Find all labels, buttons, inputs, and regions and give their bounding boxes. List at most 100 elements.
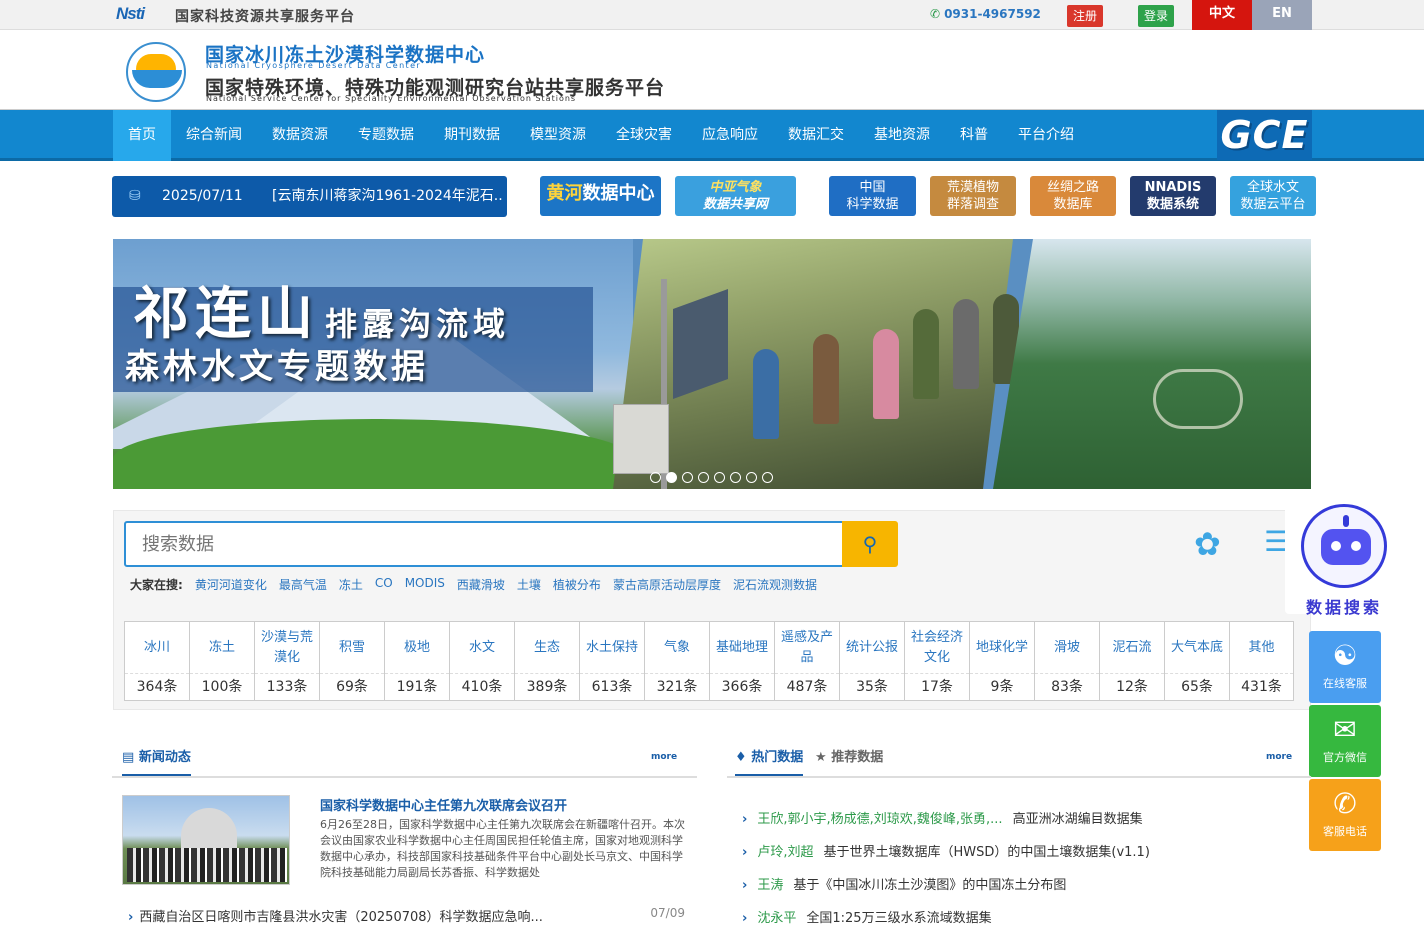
news-feature-title[interactable]: 国家科学数据中心主任第九次联席会议召开 [320,795,567,814]
category-card[interactable]: 统计公报 35条 [839,621,904,701]
nav-item[interactable]: 首页 [113,110,171,161]
hot-keyword-link[interactable]: CO [375,576,393,593]
category-card[interactable]: 积雪 69条 [319,621,384,701]
hot-keyword-link[interactable]: MODIS [405,576,445,593]
hot-keyword-link[interactable]: 西藏滑坡 [457,576,505,593]
nav-item[interactable]: 期刊数据 [429,110,515,161]
data-authors[interactable]: 卢玲,刘超 [757,845,813,860]
hot-data-item[interactable]: › 沈永平 全国1:25万三级水系流域数据集 [742,907,992,926]
cube-view-icon[interactable]: ✿ [1194,525,1236,563]
category-card[interactable]: 水文 410条 [449,621,514,701]
register-button[interactable]: 注册 [1067,5,1103,27]
news-more-link[interactable]: more [651,752,677,762]
hot-data-item[interactable]: › 卢玲,刘超 基于世界土壤数据库（HWSD）的中国土壤数据集(v1.1) [742,841,1150,860]
data-authors[interactable]: 王涛 [757,878,783,893]
login-button[interactable]: 登录 [1138,5,1174,27]
hot-keyword-link[interactable]: 植被分布 [553,576,601,593]
platform-name[interactable]: 国家科技资源共享服务平台 [175,6,355,26]
hot-search-label: 大家在搜: [130,578,183,592]
hot-keyword-link[interactable]: 冻土 [339,576,363,593]
category-card[interactable]: 基础地理 366条 [709,621,774,701]
site-header: 国家冰川冻土沙漠科学数据中心 National Cryosphere Deser… [0,30,1424,110]
news-section-header: ▤ 新闻动态 more [112,742,697,778]
carousel-dot[interactable] [762,472,773,483]
carousel-dot[interactable] [698,472,709,483]
carousel-dot[interactable] [666,472,677,483]
category-card[interactable]: 水土保持 613条 [579,621,644,701]
ticker-text[interactable]: [云南东川蒋家沟1961-2024年泥石... [272,176,502,217]
category-card[interactable]: 泥石流 12条 [1099,621,1164,701]
nav-item[interactable]: 应急响应 [687,110,773,161]
category-card[interactable]: 大气本底 65条 [1164,621,1229,701]
category-card[interactable]: 社会经济文化 17条 [904,621,969,701]
hot-data-item[interactable]: › 王涛 基于《中国冰川冻土沙漠图》的中国冻土分布图 [742,874,1066,893]
data-authors[interactable]: 沈永平 [757,911,796,926]
center-logo[interactable] [126,42,186,102]
hot-keyword-link[interactable]: 蒙古高原活动层厚度 [613,576,721,593]
carousel-dot[interactable] [682,472,693,483]
partner-nnadis[interactable]: NNADIS 数据系统 [1130,176,1216,216]
nav-item[interactable]: 基地资源 [859,110,945,161]
carousel-dot[interactable] [746,472,757,483]
hot-keyword-link[interactable]: 土壤 [517,576,541,593]
carousel-dot[interactable] [650,472,661,483]
data-title[interactable]: 基于《中国冰川冻土沙漠图》的中国冻土分布图 [793,878,1066,893]
category-count: 389条 [526,679,568,695]
category-card[interactable]: 滑坡 83条 [1034,621,1099,701]
nav-item[interactable]: 数据资源 [257,110,343,161]
data-more-link[interactable]: more [1266,752,1292,762]
wechat-button[interactable]: ✉ 官方微信 [1309,705,1381,777]
category-card[interactable]: 地球化学 9条 [969,621,1034,701]
search-box [124,521,844,567]
lang-en-button[interactable]: EN [1252,0,1312,30]
partner-china-science-data[interactable]: 中国 科学数据 [829,176,916,216]
category-card[interactable]: 生态 389条 [514,621,579,701]
gce-logo[interactable]: GCE [1217,110,1312,160]
lang-zh-button[interactable]: 中文 [1192,0,1252,30]
hot-data-tab[interactable]: ♦ 热门数据 [735,742,804,776]
nav-item[interactable]: 平台介绍 [1003,110,1089,161]
data-authors[interactable]: 王欣,郭小宇,杨成德,刘琼欢,魏俊峰,张勇,... [757,812,1002,827]
category-card[interactable]: 冻土 100条 [189,621,254,701]
hot-keyword-link[interactable]: 黄河河道变化 [195,576,267,593]
category-card[interactable]: 气象 321条 [644,621,709,701]
category-card[interactable]: 其他 431条 [1229,621,1294,701]
hot-keyword-link[interactable]: 泥石流观测数据 [733,576,817,593]
partner-central-asia-meteo[interactable]: 中亚气象 数据共享网 [675,176,796,216]
category-card[interactable]: 沙漠与荒漠化 133条 [254,621,319,701]
partner-desert-plant[interactable]: 荒漠植物 群落调查 [930,176,1016,216]
nav-item[interactable]: 数据汇交 [773,110,859,161]
hot-keyword-link[interactable]: 最高气温 [279,576,327,593]
nav-item[interactable]: 模型资源 [515,110,601,161]
news-feature-image[interactable] [122,795,290,885]
phone-service-button[interactable]: ✆ 客服电话 [1309,779,1381,851]
ai-data-search-widget[interactable]: 数据搜索 [1285,500,1403,617]
data-title[interactable]: 基于世界土壤数据库（HWSD）的中国土壤数据集(v1.1) [824,845,1150,860]
nav-item[interactable]: 科普 [945,110,1003,161]
news-ticker[interactable]: ⛁ 2025/07/11 [云南东川蒋家沟1961-2024年泥石... [112,176,507,217]
nav-item[interactable]: 专题数据 [343,110,429,161]
category-card[interactable]: 冰川 364条 [124,621,189,701]
data-title[interactable]: 全国1:25万三级水系流域数据集 [806,911,991,926]
nav-item[interactable]: 综合新闻 [171,110,257,161]
news-tab[interactable]: ▤ 新闻动态 [122,742,191,776]
nav-item[interactable]: 全球灾害 [601,110,687,161]
category-card[interactable]: 极地 191条 [384,621,449,701]
category-name: 滑坡 [1035,622,1099,674]
data-title[interactable]: 高亚洲冰湖编目数据集 [1013,812,1143,827]
partner-global-hydrology[interactable]: 全球水文 数据云平台 [1230,176,1316,216]
category-card[interactable]: 遥感及产品 487条 [774,621,839,701]
news-list-item[interactable]: › 西藏自治区日喀则市吉隆县洪水灾害（20250708）科学数据应急响... 07… [128,906,688,925]
hot-data-item[interactable]: › 王欣,郭小宇,杨成德,刘琼欢,魏俊峰,张勇,... 高亚洲冰湖编目数据集 [742,808,1143,827]
partner-silk-road[interactable]: 丝绸之路 数据库 [1030,176,1116,216]
carousel-dot[interactable] [730,472,741,483]
recommended-data-tab[interactable]: ★ 推荐数据 [815,742,883,776]
search-input[interactable] [126,523,842,565]
hero-banner[interactable]: 祁连山 排露沟流域 森林水文专题数据 [113,239,1311,489]
online-service-button[interactable]: ☯ 在线客服 [1309,631,1381,703]
search-button[interactable]: ⚲ [842,521,898,567]
category-count: 35条 [856,679,888,695]
carousel-dot[interactable] [714,472,725,483]
nsti-logo[interactable]: Nsti [116,4,145,24]
partner-yellow-river[interactable]: 黄河数据中心 [540,176,661,216]
